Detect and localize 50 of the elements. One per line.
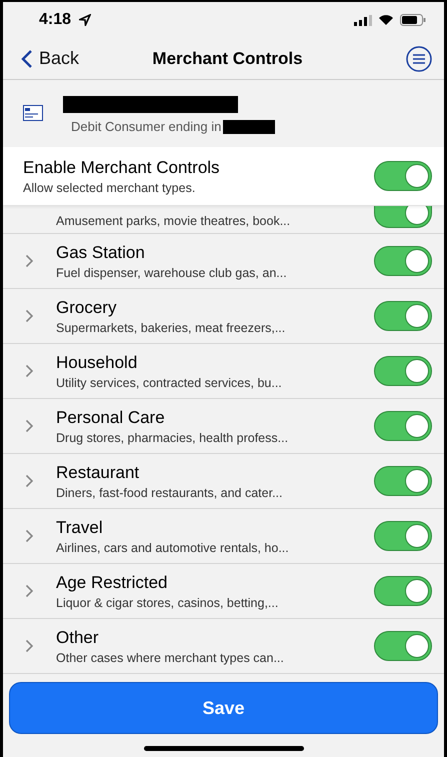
status-time: 4:18 — [39, 11, 72, 30]
toggle-switch[interactable] — [374, 411, 432, 441]
toggle-switch[interactable] — [374, 466, 432, 496]
category-description: Other cases where merchant types can... — [56, 650, 285, 664]
toggle-switch[interactable] — [374, 246, 432, 276]
wifi-icon — [378, 14, 394, 26]
category-description: Supermarkets, bakeries, meat freezers,... — [56, 320, 286, 334]
category-description: Utility services, contracted services, bu... — [56, 376, 283, 390]
chevron-right-icon[interactable] — [25, 254, 34, 268]
redaction-bar — [223, 120, 276, 134]
chevron-right-icon[interactable] — [25, 639, 34, 653]
category-description: Airlines, cars and automotive rentals, ho... — [56, 540, 290, 554]
menu-icon[interactable] — [406, 46, 432, 72]
screen-title: Merchant Controls — [151, 48, 304, 69]
chevron-right-icon[interactable] — [25, 309, 34, 323]
toggle-switch[interactable] — [374, 576, 432, 606]
category-title: Other — [56, 628, 100, 648]
category-description: Diners, fast-food restaurants, and cater... — [56, 486, 284, 500]
battery-icon — [400, 14, 426, 26]
chevron-right-icon[interactable] — [25, 474, 34, 488]
category-description: Liquor & cigar stores, casinos, betting,... — [56, 596, 280, 610]
save-button[interactable]: Save — [9, 682, 438, 734]
account-description: Debit Consumer ending in — [71, 119, 222, 134]
card-icon — [23, 105, 43, 122]
toggle-switch[interactable] — [374, 521, 432, 551]
category-title: Restaurant — [56, 462, 140, 482]
category-description: Fuel dispenser, warehouse club gas, an... — [56, 266, 288, 280]
chevron-right-icon[interactable] — [25, 529, 34, 543]
category-title: Travel — [56, 518, 104, 538]
chevron-right-icon[interactable] — [25, 364, 34, 378]
setting-title: Enable Merchant Controls — [23, 158, 221, 178]
toggle-switch[interactable] — [374, 301, 432, 331]
chevron-right-icon[interactable] — [25, 584, 34, 598]
toggle-switch[interactable] — [374, 161, 432, 191]
category-title: Age Restricted — [56, 572, 168, 592]
category-description: Drug stores, pharmacies, health profess... — [56, 430, 290, 444]
setting-description: Allow selected merchant types. — [23, 180, 196, 194]
category-title: Grocery — [56, 298, 118, 318]
toggle-switch[interactable] — [374, 356, 432, 386]
back-button[interactable]: Back — [21, 48, 80, 70]
chevron-left-icon — [21, 48, 33, 69]
toggle-switch[interactable] — [374, 206, 432, 228]
category-description: Amusement parks, movie theatres, book... — [56, 214, 292, 228]
category-title: Gas Station — [56, 242, 146, 262]
signal-icon — [354, 14, 372, 26]
category-title: Personal Care — [56, 408, 166, 428]
category-title: Household — [56, 352, 138, 372]
location-arrow-icon — [79, 14, 92, 26]
toggle-switch[interactable] — [374, 631, 432, 661]
chevron-right-icon[interactable] — [25, 419, 34, 433]
